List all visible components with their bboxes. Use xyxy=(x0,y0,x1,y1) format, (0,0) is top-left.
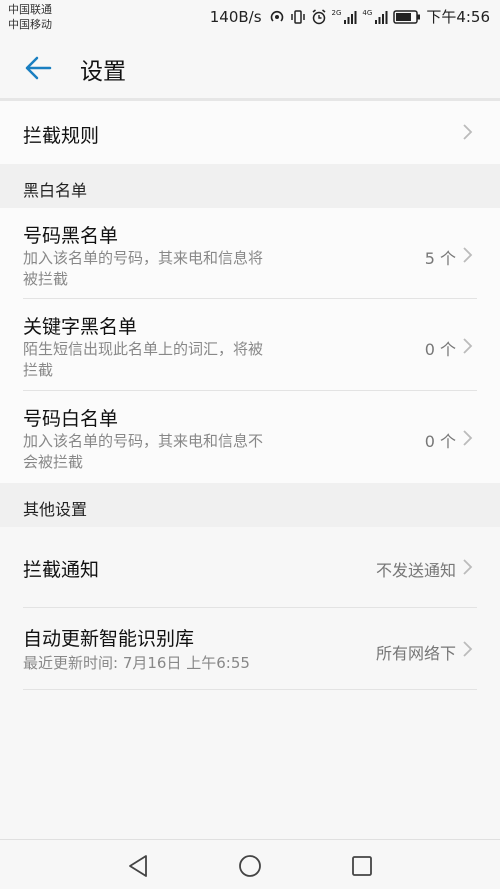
circle-home-icon xyxy=(239,855,261,877)
carrier-info: 中国联通 中国移动 xyxy=(8,2,52,32)
keyword-blacklist-item[interactable]: 关键字黑名单 陌生短信出现此名单上的词汇，将被 拦截 0 个 xyxy=(0,299,500,391)
nav-recents-button[interactable] xyxy=(348,852,376,880)
intercept-notification-item[interactable]: 拦截通知 不发送通知 xyxy=(0,527,500,608)
network-type-2: 4G xyxy=(362,8,373,17)
section-header-other: 其他设置 xyxy=(0,483,500,527)
alarm-icon xyxy=(312,8,325,24)
triangle-back-icon xyxy=(129,855,147,877)
signal-icon xyxy=(375,10,388,24)
list-item-count: 0 个 xyxy=(424,340,456,359)
other-settings-card: 拦截通知 不发送通知 自动更新智能识别库 最近更新时间: 7月16日 上午6:5… xyxy=(0,527,500,837)
section-header-blackwhite: 黑白名单 xyxy=(0,164,500,208)
list-item-title: 拦截通知 xyxy=(23,559,100,581)
chevron-right-icon xyxy=(463,338,473,354)
carrier-2: 中国移动 xyxy=(8,18,52,31)
auto-update-library-item[interactable]: 自动更新智能识别库 最近更新时间: 7月16日 上午6:55 所有网络下 xyxy=(0,608,500,690)
chevron-right-icon xyxy=(463,430,473,446)
intercept-rules-label: 拦截规则 xyxy=(23,125,100,147)
list-item-subtitle: 加入该名单的号码，其来电和信息不 会被拦截 xyxy=(23,432,264,471)
number-blacklist-item[interactable]: 号码黑名单 加入该名单的号码，其来电和信息将 被拦截 5 个 xyxy=(0,208,500,299)
carrier-1: 中国联通 xyxy=(8,3,52,16)
row-divider xyxy=(23,689,477,690)
navigation-bar xyxy=(0,839,500,889)
chevron-right-icon xyxy=(463,247,473,263)
chevron-right-icon xyxy=(463,124,473,140)
list-item-title: 号码黑名单 xyxy=(23,225,119,247)
battery-icon xyxy=(393,9,421,24)
list-item-count: 0 个 xyxy=(424,432,456,451)
number-whitelist-item[interactable]: 号码白名单 加入该名单的号码，其来电和信息不 会被拦截 0 个 xyxy=(0,391,500,483)
net-speed: 140B/s xyxy=(209,7,262,26)
list-item-count: 5 个 xyxy=(424,249,456,268)
hotspot-icon xyxy=(270,10,283,22)
app-bar: 设置 xyxy=(0,38,500,98)
list-item-title: 号码白名单 xyxy=(23,408,119,430)
last-update-time: 最近更新时间: 7月16日 上午6:55 xyxy=(23,654,250,672)
list-item-title: 关键字黑名单 xyxy=(23,316,138,338)
blackwhite-card: 号码黑名单 加入该名单的号码，其来电和信息将 被拦截 5 个 关键字黑名单 陌生… xyxy=(0,208,500,483)
status-icons: 140B/s 2G 4G 下午4:56 xyxy=(210,6,490,27)
back-arrow-icon xyxy=(25,56,52,80)
list-item-subtitle: 陌生短信出现此名单上的词汇，将被 拦截 xyxy=(23,340,264,379)
square-recents-icon xyxy=(352,856,372,876)
section-header-label: 其他设置 xyxy=(23,500,88,519)
clock: 下午4:56 xyxy=(426,8,490,26)
back-button[interactable] xyxy=(18,50,58,86)
nav-back-button[interactable] xyxy=(124,852,152,880)
chevron-right-icon xyxy=(463,641,473,657)
signal-icon xyxy=(344,10,357,24)
intercept-rules-item[interactable]: 拦截规则 xyxy=(0,101,500,164)
chevron-right-icon xyxy=(463,559,473,575)
nav-home-button[interactable] xyxy=(236,852,264,880)
status-bar: 中国联通 中国移动 140B/s 2G 4G 下午4:56 xyxy=(0,0,500,38)
list-item-title: 自动更新智能识别库 xyxy=(23,628,195,650)
vibrate-icon xyxy=(290,9,305,24)
section-header-label: 黑白名单 xyxy=(23,181,88,200)
network-type-1: 2G xyxy=(331,8,342,17)
notification-setting-value: 不发送通知 xyxy=(375,561,456,580)
list-item-subtitle: 加入该名单的号码，其来电和信息将 被拦截 xyxy=(23,249,264,288)
page-title: 设置 xyxy=(80,59,126,85)
update-network-value: 所有网络下 xyxy=(375,644,456,663)
